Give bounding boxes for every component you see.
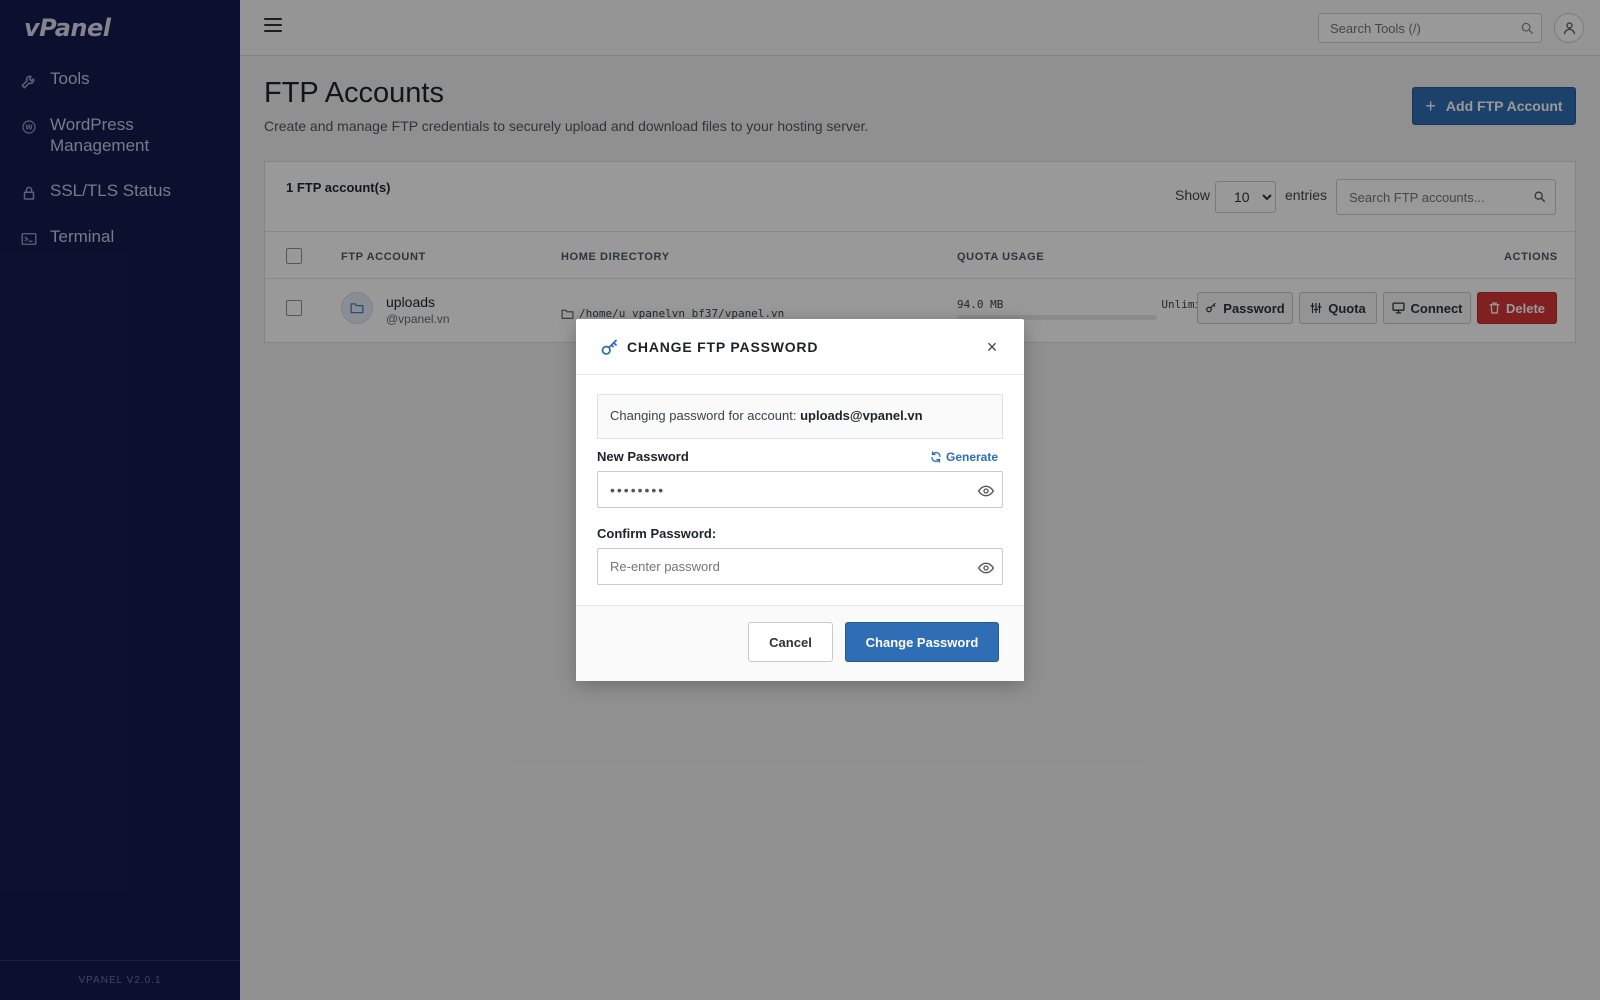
eye-icon[interactable] xyxy=(977,484,995,497)
generate-label: Generate xyxy=(946,450,999,464)
modal-header: CHANGE FTP PASSWORD × xyxy=(576,319,1024,375)
refresh-icon xyxy=(931,451,941,463)
new-password-input[interactable] xyxy=(597,471,1003,508)
account-info-box: Changing password for account: uploads@v… xyxy=(597,394,1003,439)
change-password-button[interactable]: Change Password xyxy=(845,622,999,662)
modal-footer: Cancel Change Password xyxy=(576,605,1024,681)
modal-title: CHANGE FTP PASSWORD xyxy=(627,339,819,355)
new-password-label: New Password xyxy=(597,449,689,464)
change-password-modal: CHANGE FTP PASSWORD × Changing password … xyxy=(576,319,1024,681)
generate-password-link[interactable]: Generate xyxy=(930,450,998,464)
eye-icon[interactable] xyxy=(977,561,995,574)
info-account: uploads@vpanel.vn xyxy=(800,408,923,423)
cancel-button[interactable]: Cancel xyxy=(748,622,833,662)
info-prefix: Changing password for account: xyxy=(610,408,797,423)
close-icon[interactable]: × xyxy=(984,338,1000,356)
confirm-password-input[interactable] xyxy=(597,548,1003,585)
key-icon xyxy=(600,339,620,357)
confirm-password-label: Confirm Password: xyxy=(597,526,717,541)
